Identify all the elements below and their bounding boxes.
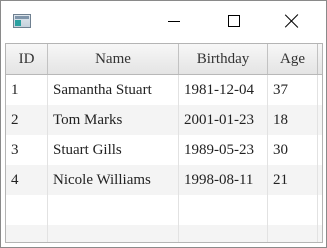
app-window: ID Name Birthday Age 1 Samantha Stuart 1… xyxy=(0,0,327,248)
empty-cell xyxy=(6,225,48,242)
column-header-birthday[interactable]: Birthday xyxy=(179,44,268,74)
maximize-icon xyxy=(228,15,240,27)
cell-id: 4 xyxy=(6,165,48,195)
maximize-button[interactable] xyxy=(211,5,257,37)
empty-cell xyxy=(179,195,268,225)
minimize-icon xyxy=(168,20,180,22)
column-header-id[interactable]: ID xyxy=(6,44,48,74)
cell-age: 21 xyxy=(268,165,318,195)
empty-cell xyxy=(48,195,179,225)
table-body: 1 Samantha Stuart 1981-12-04 37 2 Tom Ma… xyxy=(6,75,322,242)
cell-birthday: 2001-01-23 xyxy=(179,105,268,135)
cell-age: 18 xyxy=(268,105,318,135)
cell-birthday: 1989-05-23 xyxy=(179,135,268,165)
column-header-name[interactable]: Name xyxy=(48,44,179,74)
table-header: ID Name Birthday Age xyxy=(6,44,322,75)
empty-cell xyxy=(179,225,268,242)
close-icon xyxy=(285,14,299,28)
cell-name: Samantha Stuart xyxy=(48,75,179,105)
table-row[interactable]: 1 Samantha Stuart 1981-12-04 37 xyxy=(6,75,322,105)
people-table[interactable]: ID Name Birthday Age 1 Samantha Stuart 1… xyxy=(5,43,323,243)
cell-name: Nicole Williams xyxy=(48,165,179,195)
minimize-button[interactable] xyxy=(151,5,197,37)
cell-id: 3 xyxy=(6,135,48,165)
table-row[interactable]: 2 Tom Marks 2001-01-23 18 xyxy=(6,105,322,135)
table-row[interactable]: 3 Stuart Gills 1989-05-23 30 xyxy=(6,135,322,165)
cell-id: 1 xyxy=(6,75,48,105)
empty-cell xyxy=(6,195,48,225)
title-bar[interactable] xyxy=(1,1,326,41)
cell-id: 2 xyxy=(6,105,48,135)
empty-cell xyxy=(48,225,179,242)
app-window-icon xyxy=(13,14,31,28)
cell-age: 30 xyxy=(268,135,318,165)
cell-name: Stuart Gills xyxy=(48,135,179,165)
cell-age: 37 xyxy=(268,75,318,105)
cell-birthday: 1981-12-04 xyxy=(179,75,268,105)
column-header-age[interactable]: Age xyxy=(268,44,318,74)
cell-name: Tom Marks xyxy=(48,105,179,135)
empty-cell xyxy=(268,195,318,225)
table-row-empty xyxy=(6,225,322,242)
empty-cell xyxy=(268,225,318,242)
cell-birthday: 1998-08-11 xyxy=(179,165,268,195)
table-row-empty xyxy=(6,195,322,225)
column-header-filler xyxy=(318,44,322,74)
table-row[interactable]: 4 Nicole Williams 1998-08-11 21 xyxy=(6,165,322,195)
close-button[interactable] xyxy=(269,5,315,37)
